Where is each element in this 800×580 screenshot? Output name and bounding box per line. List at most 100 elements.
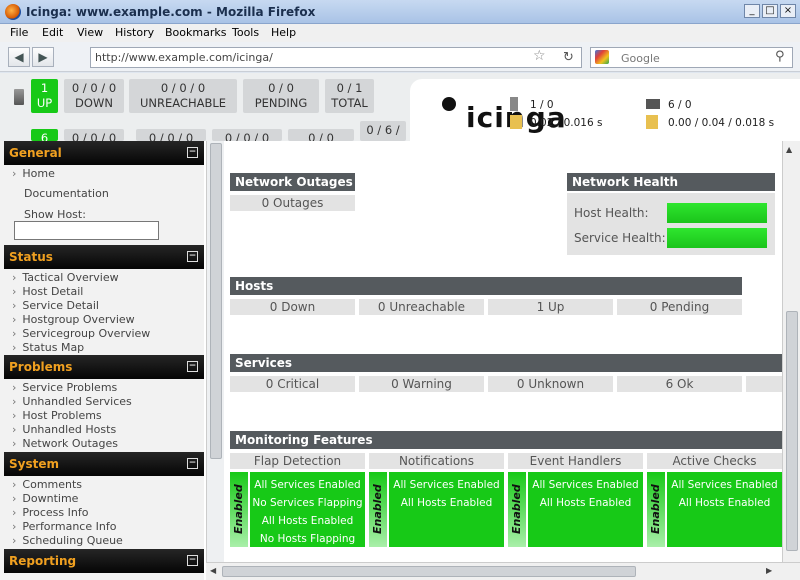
services-critical-cell[interactable]: 0 Critical bbox=[230, 376, 355, 392]
network-outages-value[interactable]: 0 Outages bbox=[230, 195, 355, 211]
sidebar-scrollbar[interactable] bbox=[206, 141, 224, 580]
collapse-icon[interactable]: − bbox=[187, 147, 198, 158]
sidebar-item-servicegroup-overview[interactable]: Servicegroup Overview bbox=[12, 327, 150, 340]
page-content: 1 UP 0 / 0 / 0 DOWN 0 / 0 / 0 UNREACHABLE 0… bbox=[0, 73, 800, 580]
search-input[interactable]: Google ⚲ bbox=[590, 47, 793, 68]
notifications-status[interactable]: All Services Enabled All Hosts Enabled bbox=[389, 472, 504, 547]
menu-bar: File Edit View History Bookmarks Tools H… bbox=[0, 24, 800, 42]
status-line: All Hosts Enabled bbox=[678, 497, 771, 509]
flap-detection-enabled-label[interactable]: Enabled bbox=[230, 472, 248, 547]
scroll-right-icon[interactable]: ▶ bbox=[766, 566, 772, 575]
back-icon[interactable]: ◀ bbox=[8, 47, 30, 67]
url-text: http://www.example.com/icinga/ bbox=[95, 51, 273, 64]
search-placeholder: Google bbox=[621, 52, 660, 65]
sidebar-item-unhandled-services[interactable]: Unhandled Services bbox=[12, 395, 131, 408]
services-ok-stat[interactable]: 6 bbox=[31, 129, 58, 145]
sidebar-item-process-info[interactable]: Process Info bbox=[12, 506, 88, 519]
hosts-down-cell[interactable]: 0 Down bbox=[230, 299, 355, 315]
collapse-icon[interactable]: − bbox=[187, 361, 198, 372]
collapse-icon[interactable]: − bbox=[187, 555, 198, 566]
services-unknown-cell[interactable]: 0 Unknown bbox=[488, 376, 613, 392]
active-checks-status[interactable]: All Services Enabled All Hosts Enabled bbox=[667, 472, 782, 547]
navigation-toolbar: ◀ ▶ http://www.example.com/icinga/ ☆ ↻ G… bbox=[0, 42, 800, 72]
hosts-unreachable-cell[interactable]: 0 Unreachable bbox=[359, 299, 484, 315]
feature-event-handlers-title: Event Handlers bbox=[508, 453, 643, 469]
show-host-input[interactable] bbox=[14, 221, 159, 240]
sidebar-item-downtime[interactable]: Downtime bbox=[12, 492, 78, 505]
hosts-up-stat[interactable]: 1 UP bbox=[31, 79, 58, 113]
services-unknown-stat[interactable]: 0 / 0 / 0 bbox=[136, 129, 206, 145]
status-line: All Services Enabled bbox=[671, 479, 778, 491]
sidebar-item-tactical-overview[interactable]: Tactical Overview bbox=[12, 271, 118, 284]
menu-bookmarks[interactable]: Bookmarks bbox=[165, 26, 226, 39]
sidebar-section-status[interactable]: Status − bbox=[4, 245, 204, 269]
window-titlebar: Icinga: www.example.com - Mozilla Firefo… bbox=[0, 0, 800, 24]
sidebar-item-performance-info[interactable]: Performance Info bbox=[12, 520, 116, 533]
sidebar-item-home[interactable]: Home bbox=[12, 167, 54, 180]
host-health-bar bbox=[667, 203, 767, 223]
sidebar-section-system[interactable]: System − bbox=[4, 452, 204, 476]
hosts-pending-cell[interactable]: 0 Pending bbox=[617, 299, 742, 315]
bookmark-star-icon[interactable]: ☆ bbox=[533, 48, 546, 64]
sidebar-item-network-outages[interactable]: Network Outages bbox=[12, 437, 118, 450]
sidebar-item-unhandled-hosts[interactable]: Unhandled Hosts bbox=[12, 423, 116, 436]
magnifier-icon[interactable]: ⚲ bbox=[775, 49, 785, 64]
close-icon[interactable]: × bbox=[780, 4, 796, 18]
main-vertical-scrollbar[interactable]: ▲ bbox=[782, 141, 800, 580]
status-line: No Services Flapping bbox=[252, 497, 363, 509]
services-total-stat[interactable]: 0 / 6 / bbox=[360, 121, 406, 141]
menu-view[interactable]: View bbox=[77, 26, 103, 39]
hosts-latency-value: 0.02 / 0.016 s bbox=[530, 117, 603, 129]
sidebar-item-comments[interactable]: Comments bbox=[12, 478, 82, 491]
menu-help[interactable]: Help bbox=[271, 26, 296, 39]
hosts-unreachable-stat[interactable]: 0 / 0 / 0 UNREACHABLE bbox=[129, 79, 237, 113]
sidebar-item-scheduling-queue[interactable]: Scheduling Queue bbox=[12, 534, 122, 547]
sidebar-section-reporting[interactable]: Reporting − bbox=[4, 549, 204, 573]
hosts-pending-stat[interactable]: 0 / 0 PENDING bbox=[243, 79, 319, 113]
sidebar-section-problems[interactable]: Problems − bbox=[4, 355, 204, 379]
url-bar[interactable]: http://www.example.com/icinga/ ☆ ↻ bbox=[90, 47, 582, 68]
horizontal-scroll-thumb[interactable] bbox=[222, 566, 636, 577]
logo-panel: icinga 1 / 0 0.02 / 0.016 s 6 / 0 0.00 /… bbox=[410, 79, 800, 141]
active-checks-enabled-label[interactable]: Enabled bbox=[647, 472, 665, 547]
collapse-icon[interactable]: − bbox=[187, 458, 198, 469]
services-pending-stat[interactable]: 0 / 0 bbox=[288, 129, 354, 145]
flap-detection-status[interactable]: All Services Enabled No Services Flappin… bbox=[250, 472, 365, 547]
services-ok-cell[interactable]: 6 Ok bbox=[617, 376, 742, 392]
hosts-total-stat[interactable]: 0 / 1 TOTAL bbox=[325, 79, 374, 113]
sidebar-item-service-problems[interactable]: Service Problems bbox=[12, 381, 117, 394]
sidebar-section-general[interactable]: General − bbox=[4, 141, 204, 165]
forward-icon[interactable]: ▶ bbox=[32, 47, 54, 67]
services-checked-value: 6 / 0 bbox=[668, 99, 692, 111]
main-scroll-thumb[interactable] bbox=[786, 311, 798, 551]
event-handlers-status[interactable]: All Services Enabled All Hosts Enabled bbox=[528, 472, 643, 547]
services-warning-cell[interactable]: 0 Warning bbox=[359, 376, 484, 392]
services-critical-stat[interactable]: 0 / 0 / 0 bbox=[212, 129, 282, 145]
menu-edit[interactable]: Edit bbox=[42, 26, 63, 39]
hosts-down-stat[interactable]: 0 / 0 / 0 DOWN bbox=[64, 79, 124, 113]
services-pending-cell[interactable] bbox=[746, 376, 782, 392]
menu-history[interactable]: History bbox=[115, 26, 154, 39]
menu-tools[interactable]: Tools bbox=[232, 26, 259, 39]
sidebar-item-service-detail[interactable]: Service Detail bbox=[12, 299, 99, 312]
scroll-left-icon[interactable]: ◀ bbox=[210, 566, 216, 575]
services-warning-stat[interactable]: 0 / 0 / 0 bbox=[64, 129, 124, 145]
minimize-icon[interactable]: _ bbox=[744, 4, 760, 18]
sidebar-item-host-problems[interactable]: Host Problems bbox=[12, 409, 101, 422]
reload-icon[interactable]: ↻ bbox=[563, 50, 574, 65]
sidebar-item-status-map[interactable]: Status Map bbox=[12, 341, 84, 354]
sidebar-scroll-thumb[interactable] bbox=[210, 143, 222, 459]
hosts-title: Hosts bbox=[230, 277, 742, 295]
maximize-icon[interactable]: □ bbox=[762, 4, 778, 18]
hosts-up-cell[interactable]: 1 Up bbox=[488, 299, 613, 315]
scroll-up-icon[interactable]: ▲ bbox=[786, 145, 792, 154]
notifications-enabled-label[interactable]: Enabled bbox=[369, 472, 387, 547]
event-handlers-enabled-label[interactable]: Enabled bbox=[508, 472, 526, 547]
sidebar-item-documentation[interactable]: Documentation bbox=[12, 187, 109, 200]
service-health-label: Service Health: bbox=[574, 231, 666, 245]
collapse-icon[interactable]: − bbox=[187, 251, 198, 262]
sidebar-item-hostgroup-overview[interactable]: Hostgroup Overview bbox=[12, 313, 134, 326]
menu-file[interactable]: File bbox=[10, 26, 28, 39]
main-horizontal-scrollbar[interactable]: ◀ ▶ bbox=[206, 562, 800, 580]
sidebar-item-host-detail[interactable]: Host Detail bbox=[12, 285, 83, 298]
